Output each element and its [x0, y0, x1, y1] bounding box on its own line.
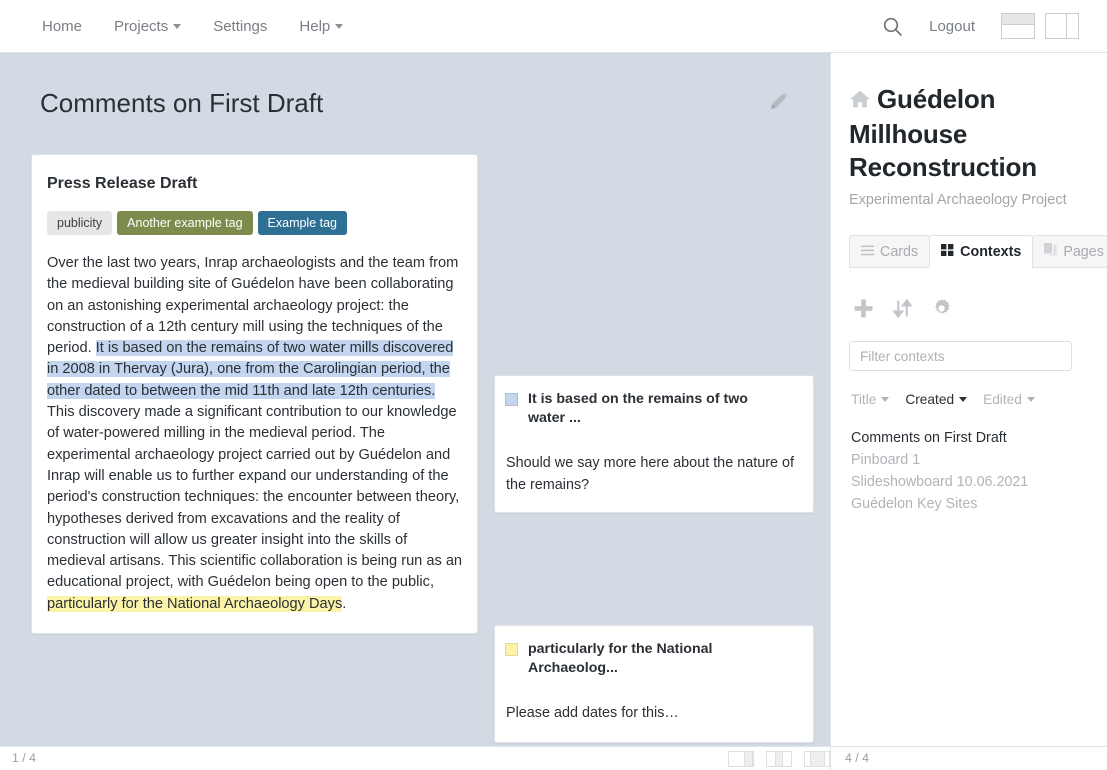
comment-text: Please add dates for this… [506, 705, 679, 721]
context-list-item[interactable]: Guédelon Key Sites [851, 493, 1089, 515]
workspace: Comments on First Draft Press Release Dr… [0, 53, 1107, 746]
comment-card[interactable]: particularly for the National Archaeolog… [494, 625, 814, 743]
body-text-part-3: . [342, 595, 347, 612]
sidebar-toolbar [849, 298, 1089, 319]
highlight-blue-annotation[interactable]: It is based on the remains of two water … [47, 340, 454, 399]
sort-by-title[interactable]: Title [851, 392, 890, 407]
pages-icon [1044, 243, 1057, 260]
comment-card[interactable]: It is based on the remains of two water … [494, 375, 814, 513]
comment-color-swatch-blue [505, 393, 518, 406]
context-list-item[interactable]: Pinboard 1 [851, 449, 1089, 471]
context-list-item[interactable]: Comments on First Draft [851, 427, 1089, 449]
tag-publicity[interactable]: publicity [47, 211, 113, 235]
sort-controls: Title Created Edited [849, 392, 1089, 407]
nav-item-projects[interactable]: Projects [98, 10, 197, 43]
home-icon[interactable] [849, 85, 871, 118]
sort-by-edited[interactable]: Edited [983, 392, 1035, 407]
tab-label: Cards [880, 243, 919, 260]
top-navigation-bar: Home Projects Settings Help Logout [0, 0, 1107, 53]
sidebar-title-row: Guédelon Millhouse Reconstruction [849, 83, 1089, 184]
tag-list: publicity Another example tag Example ta… [46, 211, 463, 235]
document-body: Over the last two years, Inrap archaeolo… [46, 253, 463, 615]
nav-item-label: Help [299, 17, 331, 35]
comment-quote: It is based on the remains of two water … [528, 391, 748, 426]
chevron-down-icon [959, 397, 968, 402]
layout-even-split-icon[interactable] [766, 751, 792, 767]
gear-icon[interactable] [931, 298, 952, 319]
nav-item-help[interactable]: Help [283, 10, 359, 43]
document-card-title: Press Release Draft [47, 175, 198, 192]
nav-actions: Logout [882, 13, 1107, 39]
comment-card-header: It is based on the remains of two water … [505, 390, 797, 428]
comment-quote: particularly for the National Archaeolog… [528, 641, 713, 676]
sidebar-project-subtitle: Experimental Archaeology Project [849, 192, 1067, 208]
filter-contexts-input[interactable] [849, 341, 1072, 371]
chevron-down-icon [1026, 397, 1035, 402]
context-sidebar: Guédelon Millhouse Reconstruction Experi… [830, 53, 1107, 746]
comment-card-header: particularly for the National Archaeolog… [505, 640, 797, 678]
nav-item-settings[interactable]: Settings [197, 10, 283, 43]
status-layout-toggle-group [728, 751, 830, 767]
main-pane: Comments on First Draft Press Release Dr… [0, 53, 830, 746]
layout-horizontal-split-icon[interactable] [1001, 13, 1035, 39]
main-pane-counter: 1 / 4 [12, 751, 36, 765]
comment-text: Should we say more here about the nature… [506, 455, 794, 493]
logout-button[interactable]: Logout [929, 18, 975, 35]
status-bar: 1 / 4 4 / 4 [0, 746, 1107, 770]
sort-label: Edited [983, 392, 1022, 407]
layout-wide-right-icon[interactable] [728, 751, 754, 767]
tab-cards[interactable]: Cards [849, 235, 931, 268]
tab-label: Pages [1063, 243, 1104, 260]
tag-another-example[interactable]: Another example tag [117, 211, 253, 235]
tag-example[interactable]: Example tag [257, 211, 348, 235]
sidebar-counter: 4 / 4 [845, 751, 869, 765]
page-title-row: Comments on First Draft [40, 88, 790, 119]
context-list-item[interactable]: Slideshowboard 10.06.2021 [851, 471, 1089, 493]
sidebar-tabs: Cards Contexts Pages [849, 235, 1107, 268]
sort-by-created[interactable]: Created [905, 392, 968, 407]
layout-toggle-group [1001, 13, 1079, 39]
sort-arrows-icon[interactable] [892, 298, 913, 319]
body-text-part-2: This discovery made a significant contri… [47, 404, 463, 591]
pencil-icon[interactable] [768, 90, 790, 117]
nav-item-label: Projects [114, 17, 169, 35]
grid-squares-icon [941, 243, 954, 260]
nav-item-label: Settings [213, 17, 268, 35]
highlight-yellow-annotation[interactable]: particularly for the National Archaeolog… [47, 595, 343, 612]
sidebar-project-title: Guédelon Millhouse Reconstruction [849, 84, 1037, 182]
comment-color-swatch-yellow [505, 643, 518, 656]
sort-label: Created [905, 392, 955, 407]
chevron-down-icon [173, 23, 182, 29]
nav-links: Home Projects Settings Help [0, 10, 359, 43]
sort-label: Title [851, 392, 877, 407]
context-list: Comments on First Draft Pinboard 1 Slide… [849, 427, 1089, 515]
nav-item-label: Home [42, 17, 83, 35]
tab-label: Contexts [960, 243, 1022, 260]
tab-pages[interactable]: Pages [1032, 235, 1107, 268]
chevron-down-icon [335, 23, 344, 29]
search-icon[interactable] [882, 16, 903, 37]
page-title: Comments on First Draft [40, 88, 324, 118]
tab-contexts[interactable]: Contexts [929, 235, 1034, 268]
layout-narrow-right-icon[interactable] [804, 751, 830, 767]
layout-vertical-split-icon[interactable] [1045, 13, 1079, 39]
list-lines-icon [861, 244, 874, 260]
nav-item-home[interactable]: Home [26, 10, 98, 43]
status-bar-divider [830, 747, 831, 770]
chevron-down-icon [881, 397, 890, 402]
add-icon[interactable] [853, 298, 874, 319]
document-card[interactable]: Press Release Draft publicity Another ex… [31, 154, 478, 635]
